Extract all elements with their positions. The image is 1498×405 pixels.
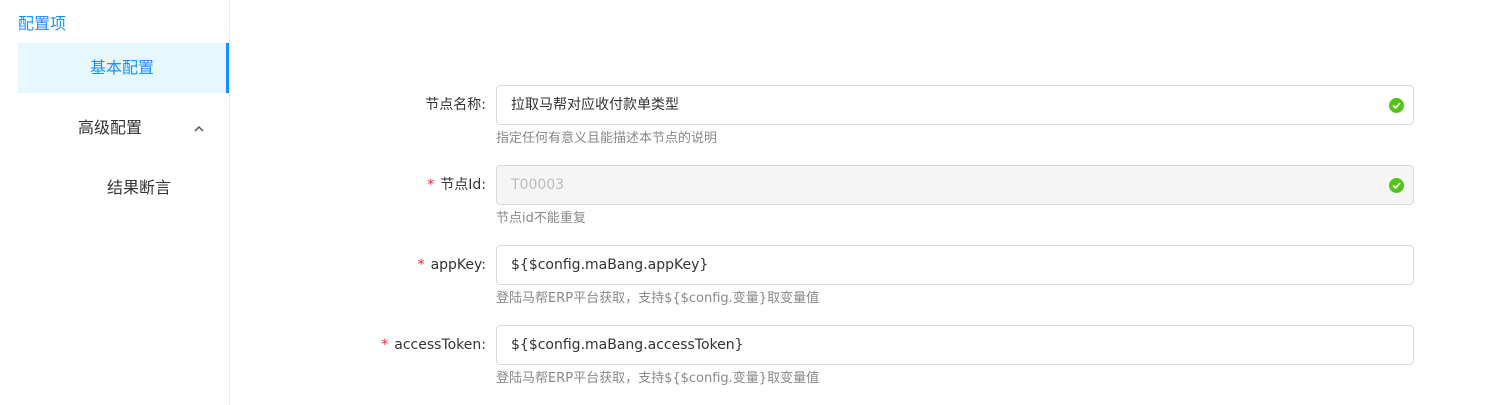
input-value: T00003 (511, 177, 565, 193)
input-value: 拉取马帮对应收付款单类型 (511, 97, 679, 113)
field-label: * 节点Id: (427, 165, 486, 205)
sidebar-item-label: 高级配置 (78, 118, 143, 137)
field-help-text: 节点id不能重复 (496, 211, 586, 226)
sidebar-item-label: 基本配置 (89, 58, 154, 77)
field-label-colon: : (481, 177, 486, 193)
sidebar-item-label: 结果断言 (107, 178, 172, 197)
input-value: ${$config.maBang.accessToken} (511, 337, 744, 353)
field-help-text: 登陆马帮ERP平台获取，支持${$config.变量}取变量值 (496, 371, 820, 386)
panel-title: 配置项 (18, 14, 67, 33)
field-label: * accessToken: (381, 325, 486, 365)
node-name-input[interactable]: 拉取马帮对应收付款单类型 (496, 85, 1414, 125)
field-help-text: 登陆马帮ERP平台获取，支持${$config.变量}取变量值 (496, 291, 820, 306)
field-help-text: 指定任何有意义且能描述本节点的说明 (496, 131, 718, 146)
required-mark: * (417, 257, 425, 273)
field-label: 节点名称: (425, 85, 486, 125)
access-token-input[interactable]: ${$config.maBang.accessToken} (496, 325, 1414, 365)
field-label: * appKey: (418, 245, 486, 285)
input-value: ${$config.maBang.appKey} (511, 257, 709, 273)
required-mark: * (381, 337, 389, 353)
chevron-up-icon[interactable] (194, 103, 204, 174)
field-label-text: 节点Id (440, 177, 482, 193)
field-label-colon: : (481, 257, 486, 273)
check-circle-icon (1389, 178, 1404, 193)
sidebar-item-advanced-config[interactable]: 高级配置 (18, 103, 229, 153)
field-label-text: 节点名称 (425, 97, 482, 113)
sidebar-item-result-assertion[interactable]: 结果断言 (107, 163, 171, 213)
app-key-input[interactable]: ${$config.maBang.appKey} (496, 245, 1414, 285)
field-label-text: accessToken (394, 337, 482, 353)
sidebar-item-basic-config[interactable]: 基本配置 (18, 43, 229, 93)
node-id-input: T00003 (496, 165, 1414, 205)
required-mark: * (427, 177, 435, 193)
field-label-text: appKey (430, 257, 482, 273)
config-sidebar: 配置项 基本配置 高级配置 结果断言 (0, 0, 230, 405)
field-label-colon: : (481, 337, 486, 353)
field-label-colon: : (481, 97, 486, 113)
check-circle-icon (1389, 98, 1404, 113)
